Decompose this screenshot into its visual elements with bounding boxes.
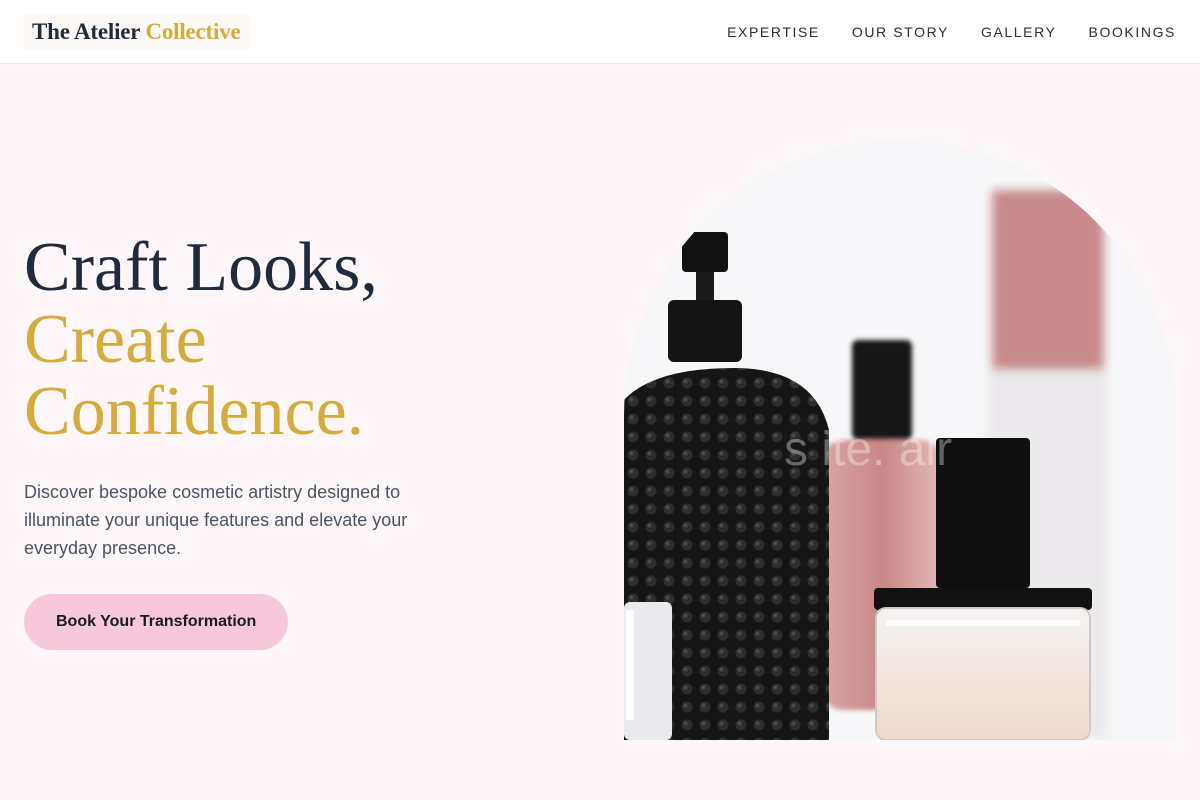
perfume-bottles-illustration: s ite. air [624,140,1176,740]
headline-line-2: Create [24,301,207,378]
headline-line-1: Craft Looks, [24,229,378,306]
brand-name-part2: Collective [145,18,241,44]
hero-subtitle: Discover bespoke cosmetic artistry desig… [24,482,408,558]
nav-item-expertise[interactable]: EXPERTISE [727,24,820,40]
brand-logo[interactable]: The Atelier Collective [24,14,249,49]
hero-product-image: s ite. air [624,140,1176,740]
site-header: The Atelier Collective EXPERTISE OUR STO… [0,0,1200,64]
book-transformation-button[interactable]: Book Your Transformation [24,594,289,650]
brand-name-part1: The Atelier [32,18,140,44]
image-watermark: s ite. air [784,423,952,476]
hero-text-block: Craft Looks, Create Confidence. Discover… [24,232,544,650]
headline-line-3: Confidence. [24,373,365,450]
hero-headline: Craft Looks, Create Confidence. [24,232,544,448]
nav-item-bookings[interactable]: BOOKINGS [1089,24,1176,40]
nav-item-gallery[interactable]: GALLERY [981,24,1057,40]
nav-item-our-story[interactable]: OUR STORY [852,24,949,40]
main-nav: EXPERTISE OUR STORY GALLERY BOOKINGS [727,24,1176,40]
